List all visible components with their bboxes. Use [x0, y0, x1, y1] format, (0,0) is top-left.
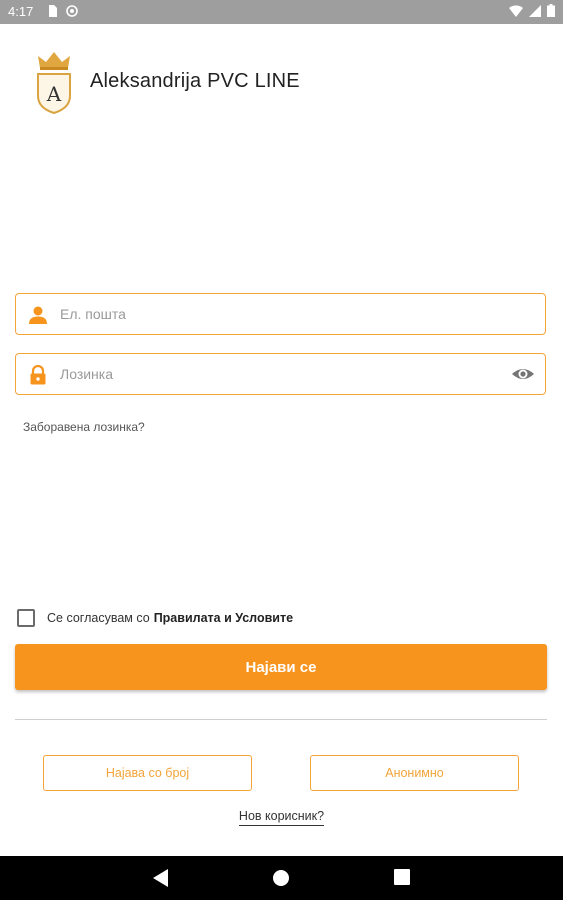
divider — [15, 719, 547, 720]
new-user-container: Нов корисник? — [0, 809, 563, 826]
home-icon[interactable] — [272, 869, 290, 887]
terms-text: Се согласувам со — [47, 611, 150, 625]
terms-agreement: Се согласувам со Правилата и Условите — [17, 609, 293, 627]
forgot-password-link[interactable]: Заборавена лозинка? — [23, 420, 145, 434]
recents-icon[interactable] — [394, 869, 410, 885]
status-icons — [509, 4, 555, 17]
terms-checkbox[interactable] — [17, 609, 35, 627]
circle-icon — [66, 5, 78, 17]
sim-card-icon — [49, 5, 57, 17]
new-user-link[interactable]: Нов корисник? — [238, 809, 325, 826]
navigation-bar — [0, 856, 563, 900]
status-bar: 4:17 — [0, 0, 563, 24]
email-field[interactable] — [15, 293, 546, 335]
logo-letter: A — [46, 82, 62, 106]
lock-icon — [30, 365, 46, 385]
battery-icon — [547, 4, 555, 17]
app-title: Aleksandrija PVC LINE — [90, 70, 300, 92]
back-icon[interactable] — [153, 869, 169, 887]
eye-icon[interactable] — [511, 364, 535, 384]
phone-login-button[interactable]: Најава со број — [43, 755, 252, 791]
terms-link[interactable]: Правилата и Условите — [154, 611, 293, 625]
password-input[interactable] — [60, 354, 500, 394]
app-logo: A — [37, 52, 71, 114]
password-field[interactable] — [15, 353, 546, 395]
email-input[interactable] — [60, 294, 500, 334]
signal-icon — [529, 4, 541, 17]
user-icon — [29, 306, 47, 324]
wifi-icon — [509, 4, 523, 17]
anonymous-button[interactable]: Анонимно — [310, 755, 519, 791]
login-button[interactable]: Најави се — [15, 644, 547, 690]
status-time: 4:17 — [8, 4, 34, 19]
